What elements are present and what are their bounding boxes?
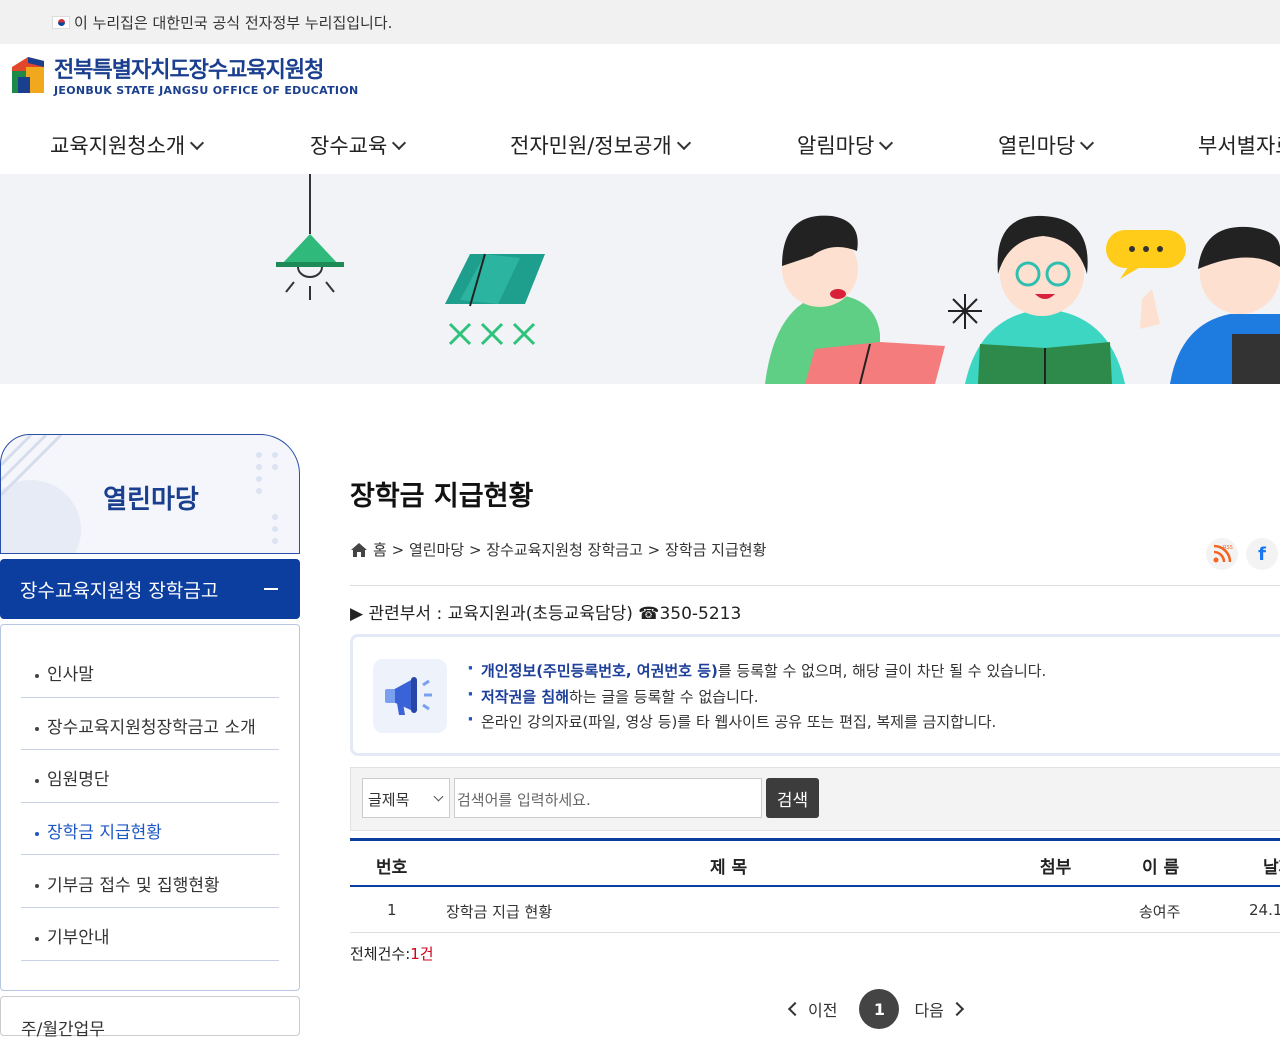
pagination: 이전 1 다음 [787,989,964,1029]
notice-item: 개인정보(주민등록번호, 여권번호 등)를 등록할 수 없으며, 해당 글이 차… [467,658,1046,686]
total-count: 전체건수:1건 [350,945,434,963]
site-header: 전북특별자치도장수교육지원청 JEONBUK STATE JANGSU OFFI… [0,44,1280,174]
main-nav: 교육지원청소개 장수교육 전자민원/정보공개 알림마당 열린마당 부서별자료 [0,130,1280,160]
students-reading-illustration [276,174,1280,384]
lnb-item-donation-guide[interactable]: 기부안내 [21,908,279,961]
lnb-item-officers[interactable]: 임원명단 [21,750,279,803]
th-no: 번호 [376,858,408,878]
lnb-item-donation-status[interactable]: 기부금 접수 및 집행현황 [21,855,279,908]
cell-no: 1 [387,901,397,919]
logo-emblem-icon [8,53,48,97]
notice-box: 개인정보(주민등록번호, 여권번호 등)를 등록할 수 없으며, 해당 글이 차… [350,634,1280,756]
lnb-item-scholarship-status[interactable]: 장학금 지급현황 [21,803,279,856]
gnb-item-news[interactable]: 알림마당 [797,130,894,160]
chevron-left-icon [787,1001,803,1017]
search-button[interactable]: 검색 [766,778,819,818]
th-attach: 첨부 [1040,858,1072,878]
gov-banner-text: 이 누리집은 대한민국 공식 전자정부 누리집입니다. [74,13,393,32]
svg-text:RSS: RSS [1223,545,1233,551]
lnb-submenu: 인사말 장수교육지원청장학금고 소개 임원명단 장학금 지급현황 기부금 접수 … [0,624,300,991]
megaphone-icon [373,659,447,733]
gnb-item-education[interactable]: 장수교육 [310,130,407,160]
next-page-button[interactable]: 다음 [914,997,964,1021]
notice-item: 저작권을 침해하는 글을 등록할 수 없습니다. [467,684,1046,712]
sns-share: RSS f [1206,538,1280,570]
logo-title: 전북특별자치도장수교육지원청 [54,58,324,83]
cell-name: 송여주 [1139,903,1181,921]
notice-item: 온라인 강의자료(파일, 영상 등)를 타 웹사이트 공유 또는 편집, 복제를… [467,709,1046,737]
rss-icon[interactable]: RSS [1206,538,1238,570]
breadcrumb-home[interactable]: 홈 [373,539,387,560]
site-logo[interactable]: 전북특별자치도장수교육지원청 JEONBUK STATE JANGSU OFFI… [8,52,358,97]
logo-subtitle: JEONBUK STATE JANGSU OFFICE OF EDUCATION [54,84,359,97]
gnb-item-civil[interactable]: 전자민원/정보공개 [510,130,691,160]
gnb-item-intro[interactable]: 교육지원청소개 [50,130,205,160]
search-box: 글제목 검색어를 입력하세요. 검색 [350,767,1280,831]
chevron-down-icon [433,791,444,802]
chevron-down-icon [190,135,205,150]
cell-title-link[interactable]: 장학금 지급 현황 [446,901,552,922]
related-department: ▶ 관련부서 : 교육지원과(초등교육담당) ☎350-5213 [350,604,742,624]
facebook-icon[interactable]: f [1246,538,1278,570]
divider [350,585,1280,586]
gnb-item-dept[interactable]: 부서별자료 [1198,130,1280,160]
th-title: 제 목 [710,858,748,878]
chevron-down-icon [879,135,894,150]
lnb-item-fund-intro[interactable]: 장수교육지원청장학금고 소개 [21,698,279,751]
sub-visual-banner [0,174,1280,384]
breadcrumb: 홈 > 열린마당 > 장수교육지원청 장학금고 > 장학금 지급현황 [350,539,766,560]
search-input[interactable]: 검색어를 입력하세요. [454,778,762,818]
gov-banner: 이 누리집은 대한민국 공식 전자정부 누리집입니다. [0,0,1280,44]
th-name: 이 름 [1142,858,1180,878]
chevron-down-icon [676,135,691,150]
breadcrumb-open[interactable]: 열린마당 [409,539,464,560]
breadcrumb-fund[interactable]: 장수교육지원청 장학금고 [486,539,643,560]
cell-date: 24.12.11 [1249,901,1280,919]
page-current[interactable]: 1 [859,989,900,1029]
lnb-active-label: 장수교육지원청 장학금고 [20,579,219,602]
th-date: 날짜 [1263,858,1280,878]
chevron-down-icon [1080,135,1095,150]
lnb-item-greeting[interactable]: 인사말 [21,645,279,698]
korean-flag-icon [52,15,70,29]
lnb-next-menu[interactable]: 주/월간업무 [0,996,300,1040]
table-row[interactable]: 1 장학금 지급 현황 송여주 24.12.11 [350,887,1280,933]
search-field-select[interactable]: 글제목 [362,778,450,818]
page-title: 장학금 지급현황 [350,481,534,512]
chevron-down-icon [392,135,407,150]
gnb-item-open[interactable]: 열린마당 [998,130,1095,160]
chevron-right-icon [949,1001,964,1017]
lnb-title: 열린마당 [103,485,199,515]
minus-icon[interactable] [264,588,278,590]
lnb-active-menu[interactable]: 장수교육지원청 장학금고 [0,559,300,619]
prev-page-button[interactable]: 이전 [787,997,837,1021]
home-icon [351,542,367,557]
board-table-header: 번호 제 목 첨부 이 름 날짜 [350,838,1280,887]
lnb-header: 열린마당 [0,434,300,554]
breadcrumb-current[interactable]: 장학금 지급현황 [665,539,766,560]
